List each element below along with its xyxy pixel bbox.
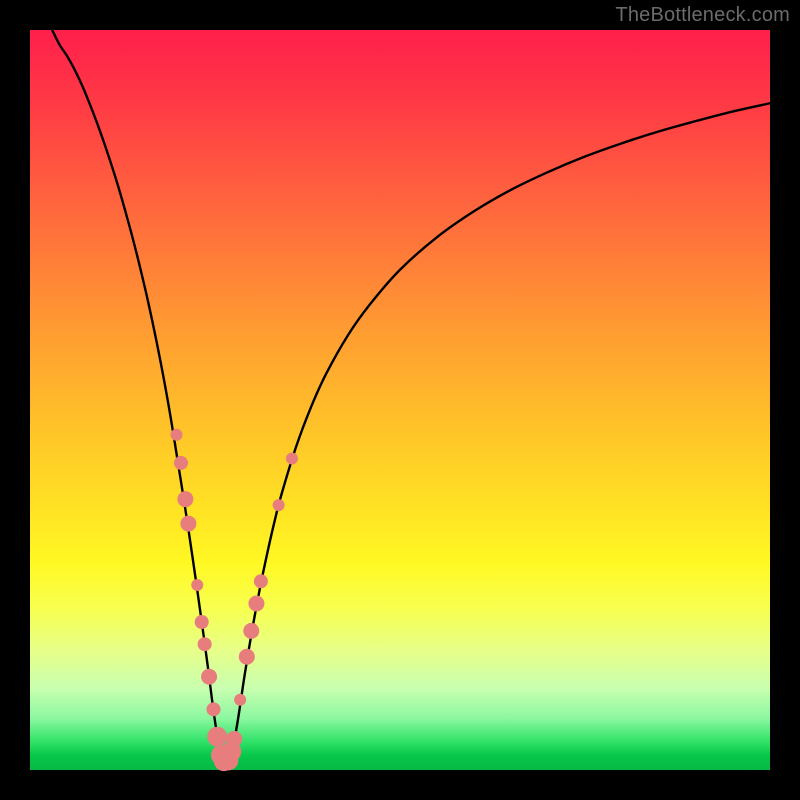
curve-marker xyxy=(234,694,246,706)
curve-marker xyxy=(239,649,255,665)
curve-marker xyxy=(207,727,227,747)
curve-marker xyxy=(180,516,196,532)
curve-marker xyxy=(254,574,268,588)
bottleneck-curve xyxy=(52,30,770,766)
curve-marker xyxy=(195,615,209,629)
curve-marker xyxy=(191,579,203,591)
curve-marker xyxy=(226,731,242,747)
curve-marker xyxy=(174,456,188,470)
curve-marker xyxy=(207,702,221,716)
curve-markers xyxy=(171,429,298,771)
curve-marker xyxy=(171,429,183,441)
curve-marker xyxy=(198,637,212,651)
curve-marker xyxy=(273,499,285,511)
curve-marker xyxy=(248,596,264,612)
curve-marker xyxy=(286,452,298,464)
curve-marker xyxy=(243,623,259,639)
curve-svg xyxy=(30,30,770,770)
watermark-text: TheBottleneck.com xyxy=(615,4,790,27)
plot-area xyxy=(30,30,770,770)
chart-frame: TheBottleneck.com xyxy=(0,0,800,800)
curve-marker xyxy=(177,491,193,507)
curve-marker xyxy=(201,669,217,685)
